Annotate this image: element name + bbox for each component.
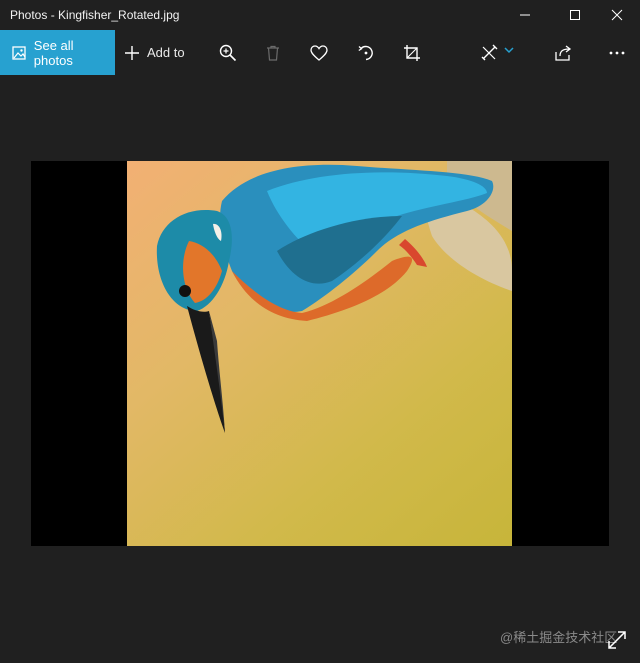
close-icon — [611, 9, 623, 21]
rotate-icon — [358, 45, 373, 60]
more-button[interactable] — [597, 30, 637, 75]
edit-create-button[interactable] — [472, 30, 522, 75]
expand-icon — [608, 631, 626, 649]
heart-icon — [310, 44, 328, 61]
delete-icon — [267, 45, 279, 61]
close-button[interactable] — [594, 0, 640, 30]
chevron-down-icon — [504, 46, 514, 53]
favorite-button[interactable] — [299, 30, 339, 75]
rotate-button[interactable] — [346, 30, 386, 75]
kingfisher-illustration — [156, 161, 512, 433]
share-icon — [555, 44, 572, 61]
add-to-button[interactable]: Add to — [124, 30, 185, 75]
toolbar: See all photos Add to — [0, 30, 640, 75]
zoom-button[interactable] — [208, 30, 248, 75]
watermark: @稀土掘金技术社区 — [500, 630, 618, 645]
add-to-label: Add to — [147, 45, 185, 60]
minimize-icon — [520, 14, 530, 16]
more-icon — [609, 51, 625, 54]
zoom-in-icon — [219, 44, 237, 61]
share-button[interactable] — [543, 30, 583, 75]
window-title: Photos - Kingfisher_Rotated.jpg — [10, 8, 180, 22]
crop-icon — [404, 44, 420, 61]
minimize-button[interactable] — [502, 0, 548, 30]
plus-icon — [125, 45, 139, 60]
title-bar: Photos - Kingfisher_Rotated.jpg — [0, 0, 640, 30]
edit-create-icon — [481, 44, 498, 60]
see-all-photos-label: See all photos — [33, 37, 74, 68]
image-viewer[interactable] — [31, 161, 609, 546]
maximize-icon — [570, 10, 580, 20]
crop-button[interactable] — [392, 30, 432, 75]
delete-button[interactable] — [253, 30, 293, 75]
kingfisher-photo — [127, 161, 512, 546]
see-all-photos-button[interactable]: See all photos — [0, 30, 115, 75]
maximize-button[interactable] — [552, 0, 598, 30]
full-screen-button[interactable] — [606, 629, 628, 651]
photo-gallery-icon — [12, 45, 26, 60]
